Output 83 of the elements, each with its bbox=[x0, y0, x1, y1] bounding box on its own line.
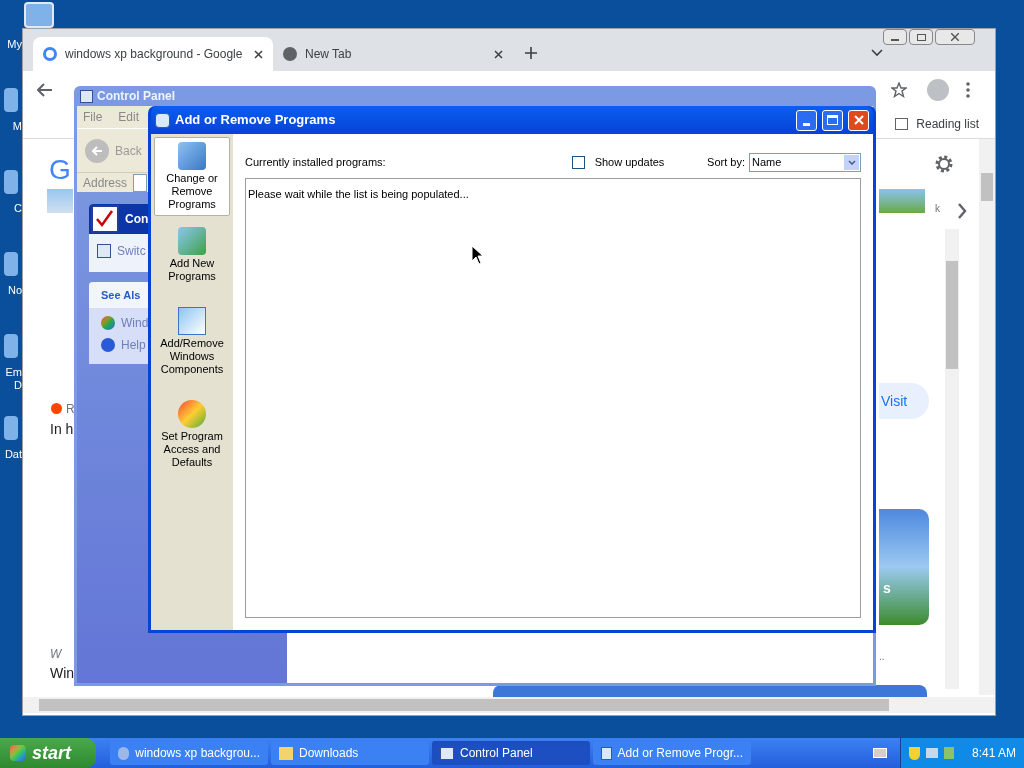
control-panel-icon bbox=[97, 244, 111, 258]
source-icon bbox=[51, 403, 62, 414]
minimize-button[interactable] bbox=[883, 29, 907, 45]
maximize-button[interactable] bbox=[822, 109, 843, 131]
desktop-icon-label: No bbox=[6, 284, 22, 297]
desktop-icon[interactable] bbox=[4, 334, 18, 358]
thumbnail-caption: k bbox=[935, 202, 940, 216]
start-button[interactable]: start bbox=[0, 738, 96, 768]
result-title[interactable]: In h bbox=[50, 419, 74, 440]
pane-title: Con bbox=[125, 211, 149, 228]
star-icon[interactable] bbox=[891, 82, 907, 98]
address-field[interactable] bbox=[133, 173, 148, 192]
reading-list-button[interactable]: Reading list bbox=[916, 114, 979, 133]
pane-link[interactable]: Switc bbox=[117, 242, 146, 260]
browser-tab[interactable]: New Tab bbox=[273, 37, 513, 71]
result-source: R bbox=[66, 401, 75, 418]
sort-label: Sort by: bbox=[707, 154, 745, 170]
horizontal-scrollbar[interactable] bbox=[23, 697, 995, 713]
new-tab-icon[interactable] bbox=[525, 47, 537, 59]
checklist-icon bbox=[91, 205, 119, 233]
google-icon bbox=[43, 47, 57, 61]
close-button[interactable] bbox=[935, 29, 975, 45]
taskbar-button[interactable]: Add or Remove Progr... bbox=[593, 741, 751, 765]
visit-button[interactable]: Visit bbox=[879, 383, 929, 419]
tab-search-icon[interactable] bbox=[871, 49, 883, 57]
taskbar-button[interactable]: Downloads bbox=[271, 741, 429, 765]
sidebar-item[interactable]: Set Program Access and Defaults bbox=[154, 395, 230, 474]
help-icon bbox=[101, 338, 115, 352]
show-updates-checkbox[interactable] bbox=[571, 155, 585, 169]
browser-tab[interactable]: windows xp background - Google bbox=[33, 37, 273, 71]
taskbar-button[interactable]: windows xp backgrou... bbox=[110, 741, 268, 765]
result-source: W bbox=[50, 646, 62, 663]
globe-icon bbox=[101, 316, 115, 330]
program-icon bbox=[178, 307, 206, 335]
windows-logo-icon bbox=[10, 745, 26, 761]
desktop-icon[interactable] bbox=[4, 416, 18, 440]
reading-list-icon[interactable] bbox=[895, 117, 909, 130]
dropdown-caret-icon[interactable] bbox=[847, 159, 856, 165]
desktop-icon[interactable] bbox=[4, 88, 18, 112]
google-logo: G bbox=[49, 153, 71, 187]
settings-icon[interactable] bbox=[933, 153, 955, 175]
result-title[interactable]: Win bbox=[50, 663, 75, 684]
shield-icon[interactable] bbox=[909, 746, 920, 760]
window-title: Add or Remove Programs bbox=[175, 111, 337, 130]
sidebar-item[interactable]: Add/Remove Windows Components bbox=[154, 302, 230, 381]
program-icon bbox=[178, 227, 206, 255]
close-icon[interactable] bbox=[951, 33, 959, 41]
programs-list[interactable]: Please wait while the list is being populated... bbox=[245, 178, 861, 618]
restore-button[interactable] bbox=[909, 29, 933, 45]
taskbar-button[interactable]: Control Panel bbox=[432, 741, 590, 765]
desktop-icon[interactable] bbox=[4, 252, 18, 276]
image-thumbnail[interactable] bbox=[879, 189, 925, 213]
close-tab-icon[interactable] bbox=[494, 49, 503, 59]
desktop-icon-label: My bbox=[6, 38, 22, 51]
inner-scrollbar[interactable] bbox=[945, 229, 959, 689]
program-icon bbox=[178, 142, 206, 170]
back-arrow-icon[interactable] bbox=[37, 83, 53, 97]
window-title: Control Panel bbox=[97, 88, 175, 105]
sidebar-item[interactable]: Change or Remove Programs bbox=[154, 137, 230, 216]
result-caption: .. bbox=[879, 650, 885, 664]
desktop-icon-label: Dat bbox=[3, 448, 22, 461]
programs-icon bbox=[155, 112, 170, 128]
sidebar-item[interactable]: Add New Programs bbox=[154, 222, 230, 288]
pane-title: See Als bbox=[101, 287, 141, 303]
desktop-icon-label: C bbox=[13, 202, 22, 215]
control-panel-icon bbox=[80, 89, 93, 103]
desktop-icon-label: Em D bbox=[4, 366, 22, 392]
sort-dropdown[interactable]: Name bbox=[749, 152, 861, 172]
clock: 8:41 AM bbox=[971, 745, 1016, 762]
status-message: Please wait while the list is being populated... bbox=[248, 188, 469, 200]
show-updates-label[interactable]: Show updates bbox=[594, 153, 665, 171]
close-tab-icon[interactable] bbox=[254, 49, 263, 59]
page-scrollbar[interactable] bbox=[979, 139, 995, 695]
desktop-icon-label: M bbox=[11, 120, 22, 133]
desktop-icon[interactable] bbox=[4, 170, 18, 194]
image-thumbnail[interactable] bbox=[47, 189, 73, 213]
folder-icon bbox=[279, 746, 293, 760]
mouse-cursor-icon bbox=[471, 245, 483, 265]
globe-icon bbox=[283, 47, 297, 61]
program-icon bbox=[178, 400, 206, 428]
list-label: Currently installed programs: bbox=[245, 154, 386, 170]
menu-icon[interactable] bbox=[966, 82, 970, 98]
address-label: Address bbox=[83, 174, 128, 192]
